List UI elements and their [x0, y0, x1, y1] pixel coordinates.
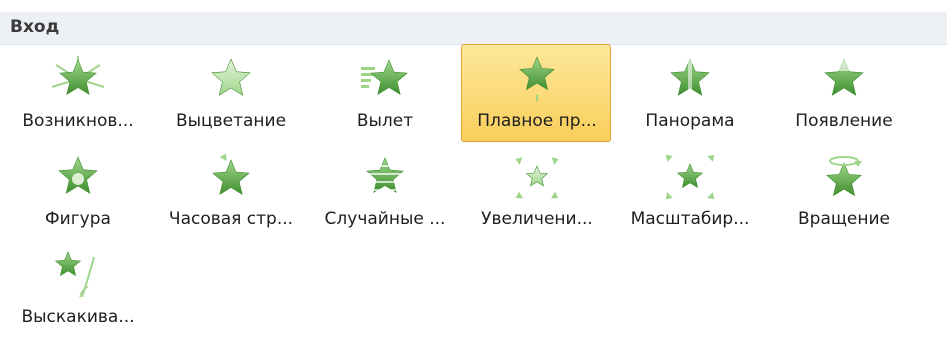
effect-label: Часовая стр...: [168, 209, 294, 229]
star-float-in-icon: [507, 53, 567, 103]
effect-label: Выцветание: [175, 111, 287, 131]
effect-label: Масштабир...: [630, 209, 750, 229]
effect-label: Увеличени...: [481, 209, 593, 229]
effect-label: Вращение: [798, 209, 890, 229]
effect-tile-shape[interactable]: Фигура: [2, 142, 152, 240]
effect-tile-appear[interactable]: Возникнов...: [2, 44, 152, 142]
effect-label: Фигура: [45, 209, 111, 229]
effect-tile-fly-in[interactable]: Вылет: [309, 44, 459, 142]
star-shape-icon: [48, 151, 108, 201]
effect-tile-zoom[interactable]: Масштабир...: [614, 142, 764, 240]
star-fly-in-icon: [355, 53, 415, 103]
star-random-bars-icon: [355, 151, 415, 201]
effect-tile-wheel[interactable]: Часовая стр...: [155, 142, 305, 240]
star-fade-icon: [201, 53, 261, 103]
effect-label: Возникнов...: [22, 111, 134, 131]
animation-gallery: Возникнов... Выцветание Вылет Плавное пр…: [0, 0, 947, 338]
effect-label: Выскакива...: [21, 307, 135, 327]
effect-tile-split[interactable]: Панорама: [614, 44, 764, 142]
effect-tile-float-in[interactable]: Плавное пр...: [461, 44, 611, 142]
effect-label: Случайные ...: [324, 209, 446, 229]
star-zoom-icon: [660, 151, 720, 201]
effect-tile-grow-turn[interactable]: Увеличени...: [461, 142, 611, 240]
effect-label: Вылет: [356, 111, 414, 131]
effect-tile-swivel[interactable]: Вращение: [768, 142, 918, 240]
effect-label: Появление: [795, 111, 893, 131]
star-split-icon: [660, 53, 720, 103]
star-bounce-icon: [48, 249, 108, 299]
star-wheel-icon: [201, 151, 261, 201]
star-appear-icon: [48, 53, 108, 103]
star-wipe-icon: [814, 53, 874, 103]
effect-label: Плавное пр...: [477, 111, 597, 131]
star-grow-turn-icon: [507, 151, 567, 201]
effect-label: Панорама: [645, 111, 735, 131]
effect-tile-wipe[interactable]: Появление: [768, 44, 918, 142]
effect-tile-fade[interactable]: Выцветание: [155, 44, 305, 142]
star-swivel-icon: [814, 151, 874, 201]
effect-tile-random-bars[interactable]: Случайные ...: [309, 142, 459, 240]
effect-tile-bounce[interactable]: Выскакива...: [2, 240, 152, 338]
